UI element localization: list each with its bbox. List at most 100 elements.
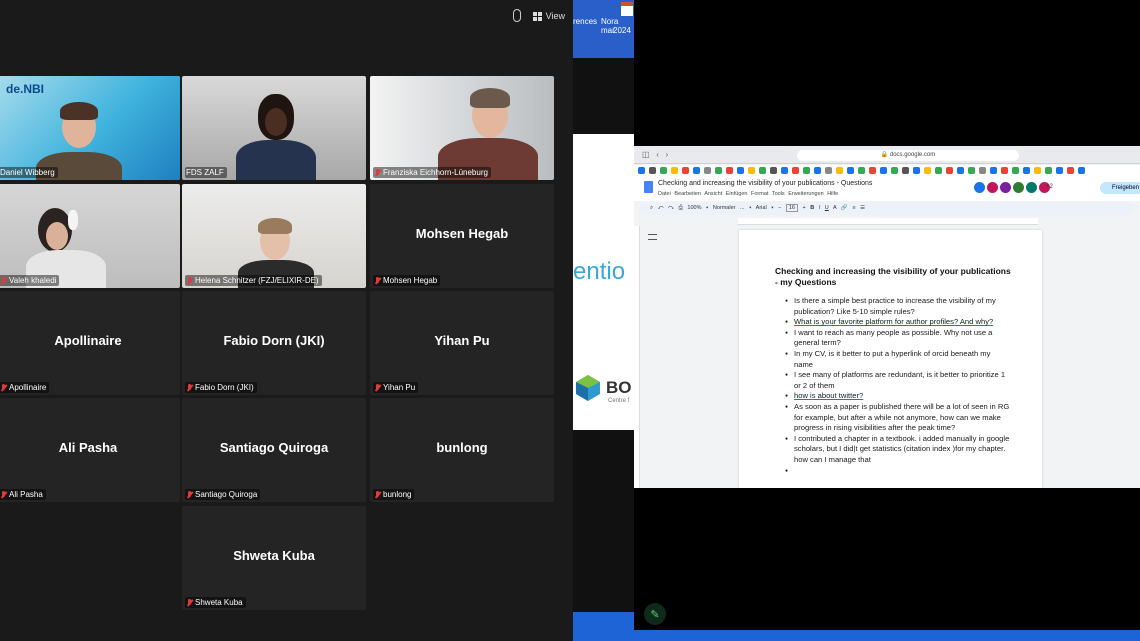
participant-tile-franziska[interactable]: Franziska Eichhorn-Lüneburg [370,76,554,180]
question-list: Is there a simple best practice to incre… [775,296,1011,477]
participant-display-name: bunlong [436,440,488,455]
font-select[interactable]: Arial [756,205,767,211]
font-size-input[interactable]: 16 [785,204,798,212]
horizontal-ruler [738,218,1038,225]
participant-tile-valeh[interactable]: Valeh khaledi [0,184,180,288]
google-docs-icon[interactable] [644,181,653,193]
print-icon[interactable]: ⎙ [678,205,682,211]
grid-view-icon [532,11,542,21]
collaborator-avatar[interactable] [974,182,985,193]
bold-icon[interactable]: B [810,205,814,211]
mic-muted-icon [186,490,193,499]
document-page[interactable]: Checking and increasing the visibility o… [739,230,1042,488]
text-color-icon[interactable]: A [833,205,836,211]
participant-tile-fds-zalf[interactable]: FDS ZALF [182,76,366,180]
collaborator-avatar[interactable] [1026,182,1037,193]
document-heading[interactable]: Checking and increasing the visibility o… [775,266,1015,288]
video-meeting-window: View de.NBI Daniel Wibberg FDS ZALF Fran… [0,0,573,641]
participant-tile-ali[interactable]: Ali Pasha Ali Pasha [0,398,180,502]
browser-tab-bar: ◫ ‹ › 🔒 docs.google.com [634,146,1140,164]
mic-muted-icon [0,383,7,392]
search-icon[interactable]: ⌕ [650,205,653,211]
docs-header: Checking and increasing the visibility o… [634,176,1140,201]
underline-icon[interactable]: U [825,205,829,211]
participant-name-label: Daniel Wibberg [0,167,58,178]
recording-icon[interactable] [513,9,521,22]
participant-tile-shweta[interactable]: Shweta Kuba Shweta Kuba [182,506,366,610]
mic-muted-icon [374,490,381,499]
zoom-select[interactable]: 100% [687,205,701,211]
taskbar-fragment [573,612,634,641]
participant-display-name: Apollinaire [54,333,122,348]
mic-muted-icon [0,276,7,285]
list-item[interactable]: Is there a simple best practice to incre… [775,296,1011,317]
list-item[interactable]: how is about twitter? [775,391,1011,402]
empty-list-item[interactable] [775,466,1011,477]
participant-name-label: Helena Schnitzer (FZJ/ELIXIR-DE) [185,275,322,286]
participant-name-label: Santiago Quiroga [185,489,261,500]
participant-name-label: FDS ZALF [185,167,227,178]
participant-display-name: Santiago Quiroga [219,440,329,455]
docs-menu-bar[interactable]: Datei Bearbeiten Ansicht Einfügen Format… [658,191,838,197]
font-size-increase-icon[interactable]: + [802,205,805,211]
participant-name-label: Ali Pasha [0,489,46,500]
align-icon[interactable]: ≡ [852,205,855,211]
list-item[interactable]: As soon as a paper is published there wi… [775,402,1011,434]
slide-title-fragment: entio [573,258,626,285]
participant-tile-mohsen[interactable]: Mohsen Hegab Mohsen Hegab [370,184,554,288]
document-outline-icon[interactable] [648,234,657,240]
document-icon [621,2,633,16]
participant-tile-yihan[interactable]: Yihan Pu Yihan Pu [370,291,554,395]
list-icon[interactable]: ☰ [860,205,865,211]
list-item[interactable]: What is your favorite platform for autho… [775,317,1011,328]
list-item[interactable]: I see many of platforms are redundant, i… [775,370,1011,391]
taskbar-fragment [634,630,1140,641]
address-bar[interactable]: 🔒 docs.google.com [797,150,1019,161]
collaborator-count[interactable]: +2 [1046,184,1053,190]
link-icon[interactable]: 🔗 [841,205,848,211]
share-button[interactable]: Freigeben [1100,182,1140,194]
mic-muted-icon [374,276,381,285]
hexagon-logo-icon [576,375,600,401]
participant-name-label: Yihan Pu [373,382,419,393]
participant-tile-apollinaire[interactable]: Apollinaire Apollinaire [0,291,180,395]
participant-tile-bunlong[interactable]: bunlong bunlong [370,398,554,502]
undo-icon[interactable]: ↶ [658,205,664,211]
italic-icon[interactable]: I [819,205,821,211]
mic-muted-icon [186,598,193,607]
meeting-top-bar: View [0,0,573,32]
participant-display-name: Shweta Kuba [233,548,315,563]
font-size-decrease-icon[interactable]: − [778,205,781,211]
slide-logo-subtext: Centre f [608,398,630,404]
list-item[interactable]: I want to reach as many people as possib… [775,328,1011,349]
list-item[interactable]: I contributed a chapter in a textbook. i… [775,434,1011,466]
presentation-slide: entio BO Centre f [573,134,634,430]
mic-muted-icon [186,276,193,285]
participant-name-label: Shweta Kuba [185,597,246,608]
mic-muted-icon [0,490,7,499]
list-item[interactable]: In my CV, is it better to put a hyperlin… [775,349,1011,370]
view-button-label: View [545,11,565,21]
vertical-ruler [634,226,640,488]
collaborator-avatar[interactable] [1000,182,1011,193]
browser-window: ◫ ‹ › 🔒 docs.google.com Checking and inc… [634,146,1140,488]
view-button[interactable]: View [532,8,565,24]
collaborator-avatar[interactable] [987,182,998,193]
participant-tile-daniel[interactable]: de.NBI Daniel Wibberg [0,76,180,180]
collaborator-avatar[interactable] [1013,182,1024,193]
document-title[interactable]: Checking and increasing the visibility o… [658,180,872,187]
participant-display-name: Ali Pasha [58,440,118,455]
pen-icon: ✎ [650,608,660,621]
redo-icon[interactable]: ↷ [668,205,674,211]
participant-tile-santiago[interactable]: Santiago Quiroga Santiago Quiroga [182,398,366,502]
participant-name-label: Mohsen Hegab [373,275,441,286]
style-select[interactable]: Normaler ... [713,205,745,211]
participant-display-name: Mohsen Hegab [415,226,509,241]
docs-toolbar: ⌕ ↶ ↷ ⎙ 100% ▾ Normaler ... ▾ Arial ▾ − … [640,202,1134,215]
participant-tile-helena[interactable]: Helena Schnitzer (FZJ/ELIXIR-DE) [182,184,366,288]
annotate-pen-button[interactable]: ✎ [644,603,666,625]
nav-arrows-icon[interactable]: ◫ ‹ › [642,150,668,159]
desktop-area: rences Nora mar 2024 [573,0,634,58]
slide-logo-text: BO [606,378,632,397]
participant-tile-fabio[interactable]: Fabio Dorn (JKI) Fabio Dorn (JKI) [182,291,366,395]
